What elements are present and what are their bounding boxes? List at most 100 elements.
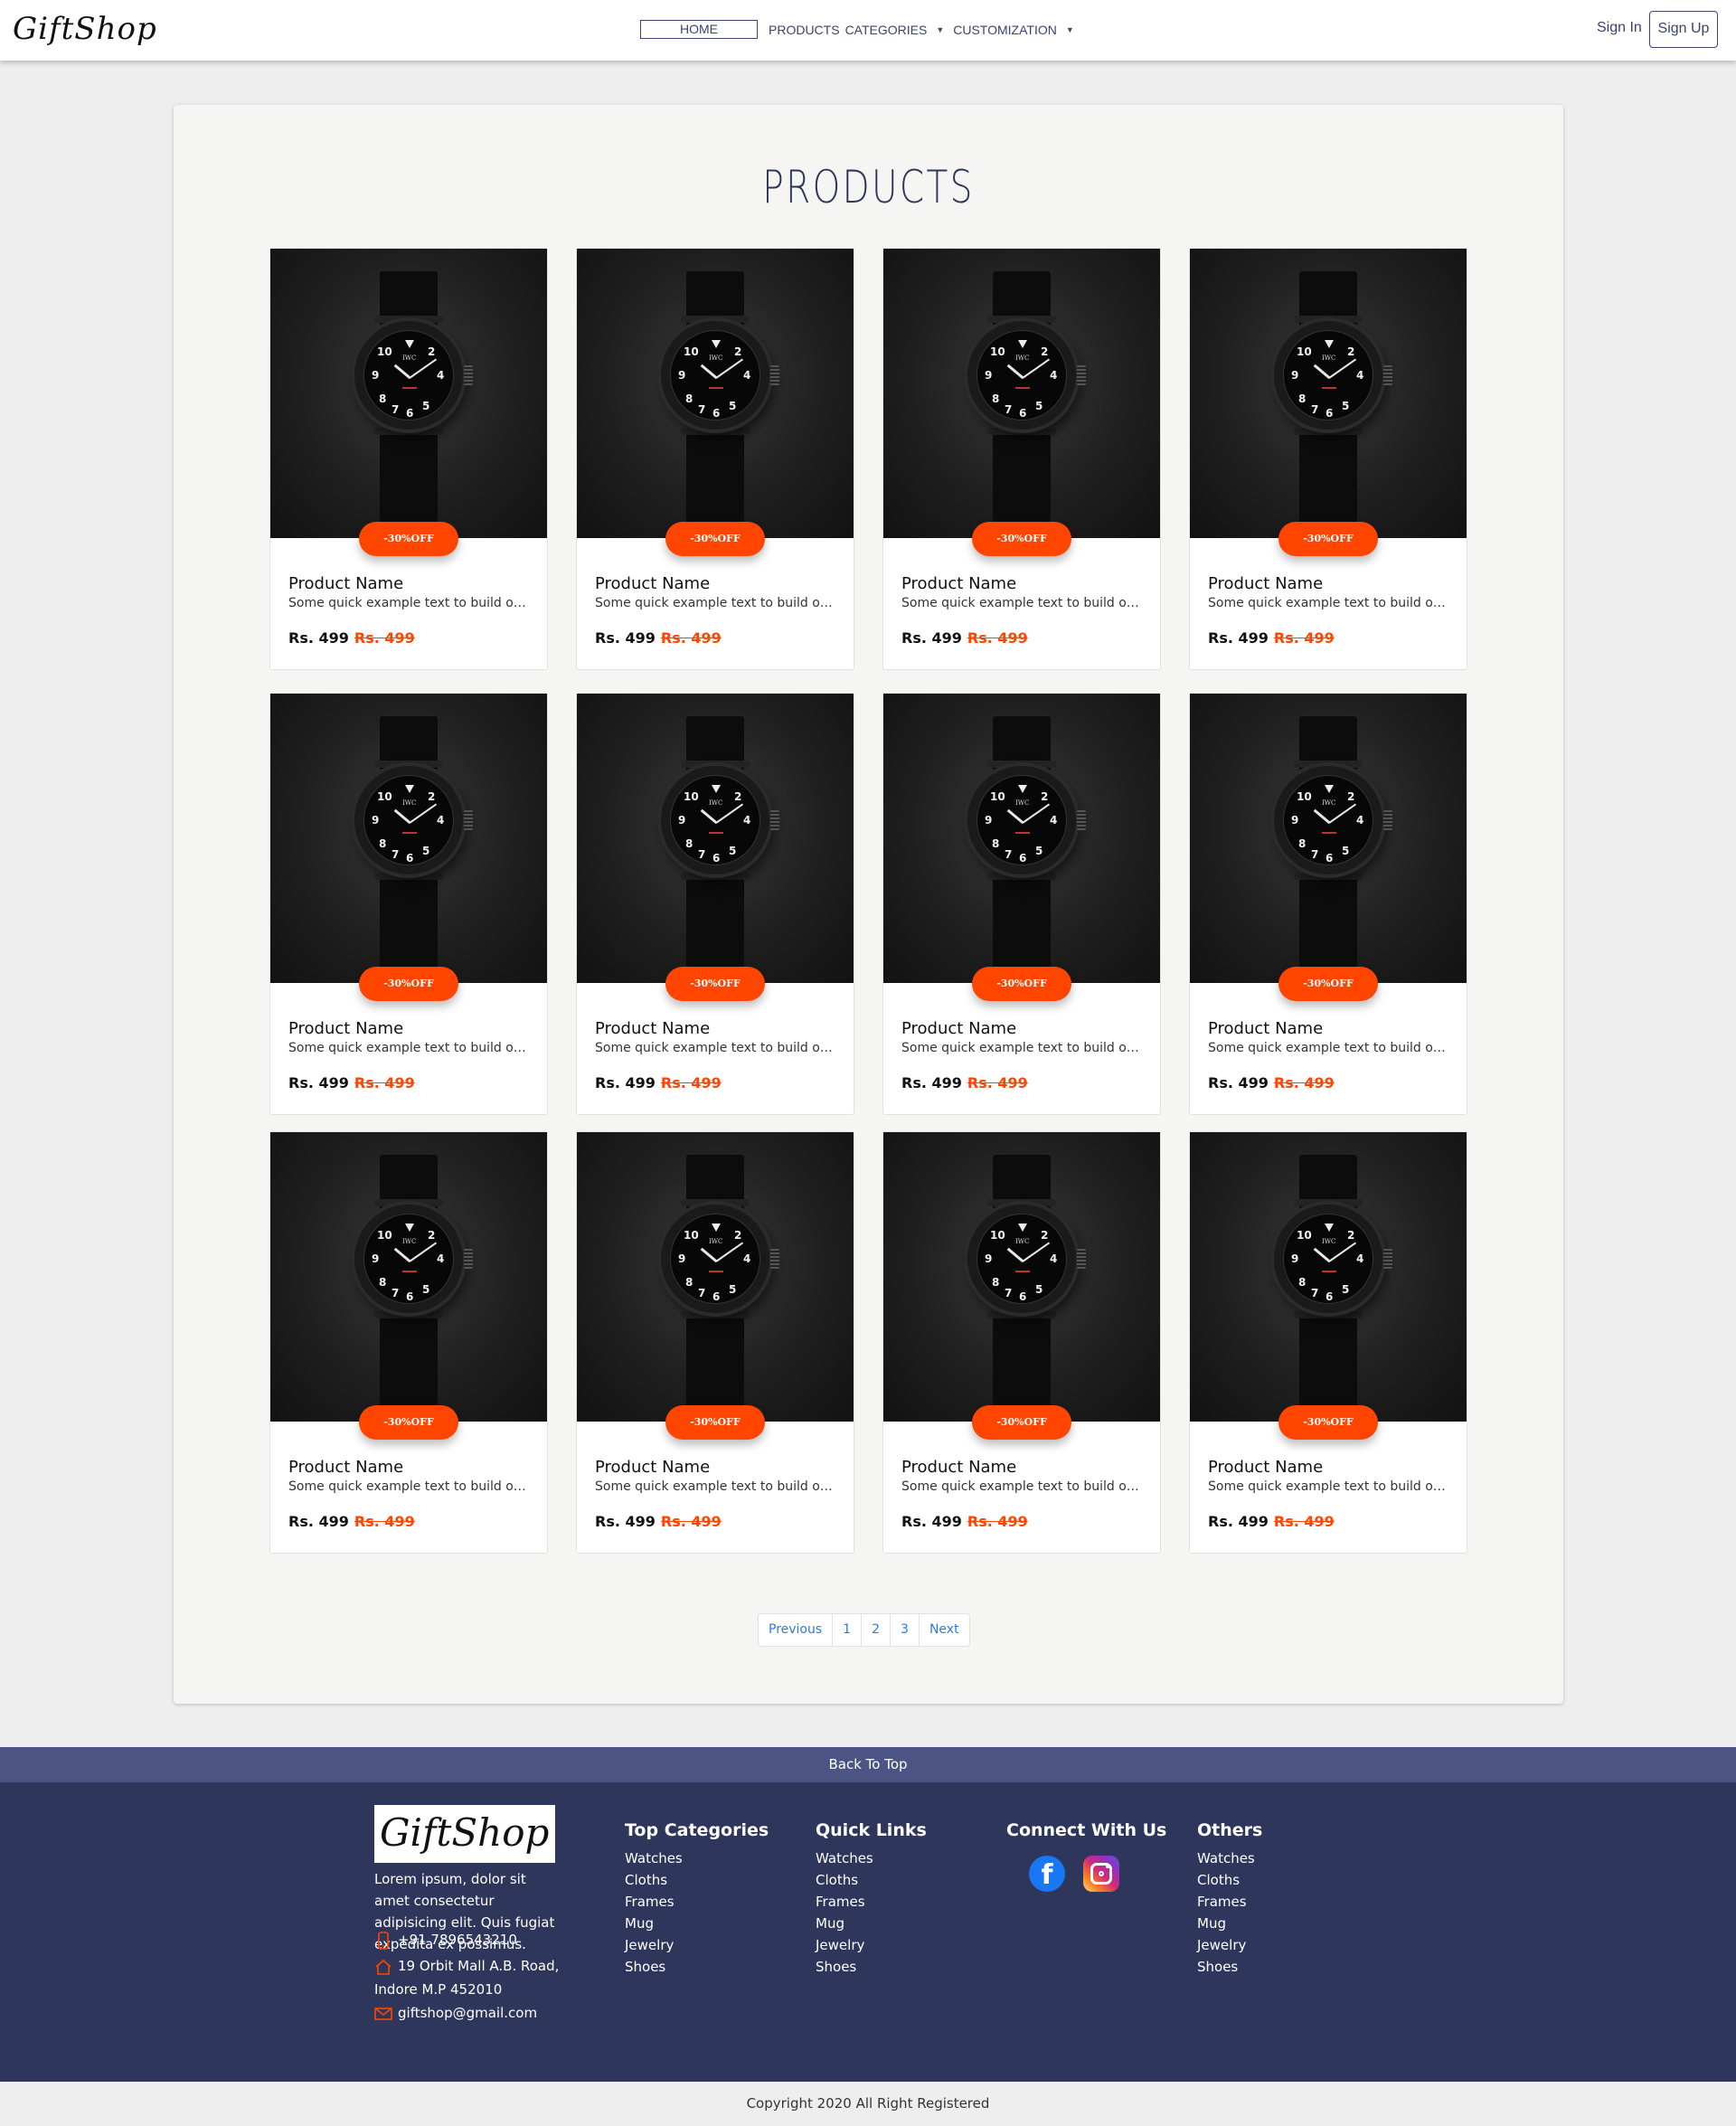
pagination-page[interactable]: 1 <box>833 1614 863 1646</box>
discount-badge: -30%OFF <box>359 522 458 556</box>
product-card[interactable]: IWC 10 2 9 4 8 7 6 5 -30%OFF Product Nam… <box>1189 1131 1467 1554</box>
address-line1: 19 Orbit Mall A.B. Road, <box>398 1958 560 1974</box>
product-image[interactable]: IWC 10 2 9 4 8 7 6 5 <box>270 694 547 983</box>
product-price: Rs. 499 <box>595 1513 656 1530</box>
product-card[interactable]: IWC 10 2 9 4 8 7 6 5 -30%OFF Product Nam… <box>1189 693 1467 1115</box>
product-image[interactable]: IWC 10 2 9 4 8 7 6 5 <box>577 249 854 538</box>
footer-column: Top Categories Watches Cloths Frames Mug Jewe… <box>625 1820 769 1978</box>
footer-link[interactable]: Jewelry <box>625 1934 769 1956</box>
product-card[interactable]: IWC 10 2 9 4 8 7 6 5 -30%OFF Product Nam… <box>269 1131 548 1554</box>
footer-link[interactable]: Jewelry <box>1197 1934 1262 1956</box>
price-row: Rs. 499 Rs. 499 <box>1208 1074 1448 1091</box>
product-card[interactable]: IWC 10 2 9 4 8 7 6 5 -30%OFF Product Nam… <box>269 693 548 1115</box>
footer-link[interactable]: Mug <box>1197 1913 1262 1934</box>
pagination-next[interactable]: Next <box>920 1614 969 1646</box>
product-description: Some quick example text to build on the … <box>595 596 835 610</box>
price-row: Rs. 499 Rs. 499 <box>595 629 835 647</box>
signup-button[interactable]: Sign Up <box>1649 11 1718 48</box>
footer-link[interactable]: Watches <box>816 1847 927 1869</box>
pagination-page[interactable]: 3 <box>891 1614 920 1646</box>
product-image[interactable]: IWC 10 2 9 4 8 7 6 5 <box>883 1132 1160 1422</box>
product-card[interactable]: IWC 10 2 9 4 8 7 6 5 -30%OFF Product Nam… <box>269 248 548 670</box>
email-text[interactable]: giftshop@gmail.com <box>398 2005 537 2021</box>
signin-link[interactable]: Sign In <box>1597 20 1642 36</box>
footer-link[interactable]: Shoes <box>625 1956 769 1978</box>
facebook-icon[interactable]: f <box>1029 1856 1065 1892</box>
logo-text: GiftShop <box>13 11 157 47</box>
footer-link[interactable]: Shoes <box>816 1956 927 1978</box>
product-old-price: Rs. 499 <box>354 1074 415 1091</box>
nav-customization-dropdown[interactable]: CUSTOMIZATION <box>953 23 1057 37</box>
price-row: Rs. 499 Rs. 499 <box>901 1513 1142 1530</box>
price-row: Rs. 499 Rs. 499 <box>288 629 529 647</box>
product-name[interactable]: Product Name <box>1208 574 1448 594</box>
product-name[interactable]: Product Name <box>901 1019 1142 1039</box>
price-row: Rs. 499 Rs. 499 <box>901 629 1142 647</box>
product-description: Some quick example text to build on the … <box>901 1041 1142 1055</box>
footer-link[interactable]: Cloths <box>816 1869 927 1891</box>
price-row: Rs. 499 Rs. 499 <box>595 1074 835 1091</box>
caret-down-icon: ▼ <box>1065 24 1074 34</box>
product-image[interactable]: IWC 10 2 9 4 8 7 6 5 <box>883 694 1160 983</box>
product-card[interactable]: IWC 10 2 9 4 8 7 6 5 -30%OFF Product Nam… <box>576 693 854 1115</box>
product-card[interactable]: IWC 10 2 9 4 8 7 6 5 -30%OFF Product Nam… <box>882 693 1161 1115</box>
product-card[interactable]: IWC 10 2 9 4 8 7 6 5 -30%OFF Product Nam… <box>882 248 1161 670</box>
product-image[interactable]: IWC 10 2 9 4 8 7 6 5 <box>1190 694 1467 983</box>
footer-link[interactable]: Watches <box>625 1847 769 1869</box>
product-name[interactable]: Product Name <box>595 1458 835 1478</box>
product-name[interactable]: Product Name <box>288 1019 529 1039</box>
nav-categories-dropdown[interactable]: CATEGORIES <box>845 23 928 37</box>
footer-link[interactable]: Shoes <box>1197 1956 1262 1978</box>
discount-badge: -30%OFF <box>972 967 1071 1001</box>
footer-column: Connect With Us <box>1006 1820 1166 1847</box>
footer-column: Others Watches Cloths Frames Mug Jewelry Shoes <box>1197 1820 1262 1978</box>
product-name[interactable]: Product Name <box>595 574 835 594</box>
footer-link[interactable]: Watches <box>1197 1847 1262 1869</box>
product-image[interactable]: IWC 10 2 9 4 8 7 6 5 <box>270 249 547 538</box>
back-to-top-button[interactable]: Back To Top <box>0 1747 1736 1782</box>
discount-badge: -30%OFF <box>1278 522 1378 556</box>
pagination-previous[interactable]: Previous <box>759 1614 834 1646</box>
pagination: Previous 1 2 3 Next <box>758 1613 970 1647</box>
footer-link[interactable]: Cloths <box>625 1869 769 1891</box>
footer-logo[interactable]: GiftShop <box>374 1805 555 1863</box>
instagram-icon[interactable] <box>1083 1856 1119 1892</box>
product-card[interactable]: IWC 10 2 9 4 8 7 6 5 -30%OFF Product Nam… <box>882 1131 1161 1554</box>
product-image[interactable]: IWC 10 2 9 4 8 7 6 5 <box>577 694 854 983</box>
product-old-price: Rs. 499 <box>1273 1513 1335 1530</box>
product-name[interactable]: Product Name <box>901 574 1142 594</box>
footer-link[interactable]: Cloths <box>1197 1869 1262 1891</box>
logo[interactable]: GiftShop <box>13 11 157 47</box>
product-description: Some quick example text to build on the … <box>595 1041 835 1055</box>
product-name[interactable]: Product Name <box>1208 1019 1448 1039</box>
product-description: Some quick example text to build on the … <box>288 1479 529 1494</box>
footer-link[interactable]: Frames <box>1197 1891 1262 1913</box>
product-name[interactable]: Product Name <box>1208 1458 1448 1478</box>
product-name[interactable]: Product Name <box>288 574 529 594</box>
product-card[interactable]: IWC 10 2 9 4 8 7 6 5 -30%OFF Product Nam… <box>576 248 854 670</box>
footer-link[interactable]: Frames <box>816 1891 927 1913</box>
footer-link[interactable]: Mug <box>625 1913 769 1934</box>
product-image[interactable]: IWC 10 2 9 4 8 7 6 5 <box>577 1132 854 1422</box>
product-card[interactable]: IWC 10 2 9 4 8 7 6 5 -30%OFF Product Nam… <box>576 1131 854 1554</box>
footer-link[interactable]: Jewelry <box>816 1934 927 1956</box>
product-name[interactable]: Product Name <box>595 1019 835 1039</box>
nav-home-link[interactable]: HOME <box>640 20 758 39</box>
product-image[interactable]: IWC 10 2 9 4 8 7 6 5 <box>1190 249 1467 538</box>
product-image[interactable]: IWC 10 2 9 4 8 7 6 5 <box>270 1132 547 1422</box>
product-card[interactable]: IWC 10 2 9 4 8 7 6 5 -30%OFF Product Nam… <box>1189 248 1467 670</box>
nav-links: HOME PRODUCTS CATEGORIES ▼ CUSTOMIZATION… <box>640 20 1083 39</box>
product-price: Rs. 499 <box>595 1074 656 1091</box>
product-name[interactable]: Product Name <box>901 1458 1142 1478</box>
footer-address-2: Indore M.P 452010 <box>374 1979 502 2000</box>
footer-link[interactable]: Frames <box>625 1891 769 1913</box>
discount-badge: -30%OFF <box>972 1405 1071 1440</box>
pagination-page[interactable]: 2 <box>862 1614 892 1646</box>
footer-link[interactable]: Mug <box>816 1913 927 1934</box>
product-name[interactable]: Product Name <box>288 1458 529 1478</box>
product-image[interactable]: IWC 10 2 9 4 8 7 6 5 <box>883 249 1160 538</box>
product-price: Rs. 499 <box>901 1074 962 1091</box>
footer-column-title: Connect With Us <box>1006 1820 1167 1840</box>
nav-products-link[interactable]: PRODUCTS <box>769 23 840 37</box>
product-image[interactable]: IWC 10 2 9 4 8 7 6 5 <box>1190 1132 1467 1422</box>
